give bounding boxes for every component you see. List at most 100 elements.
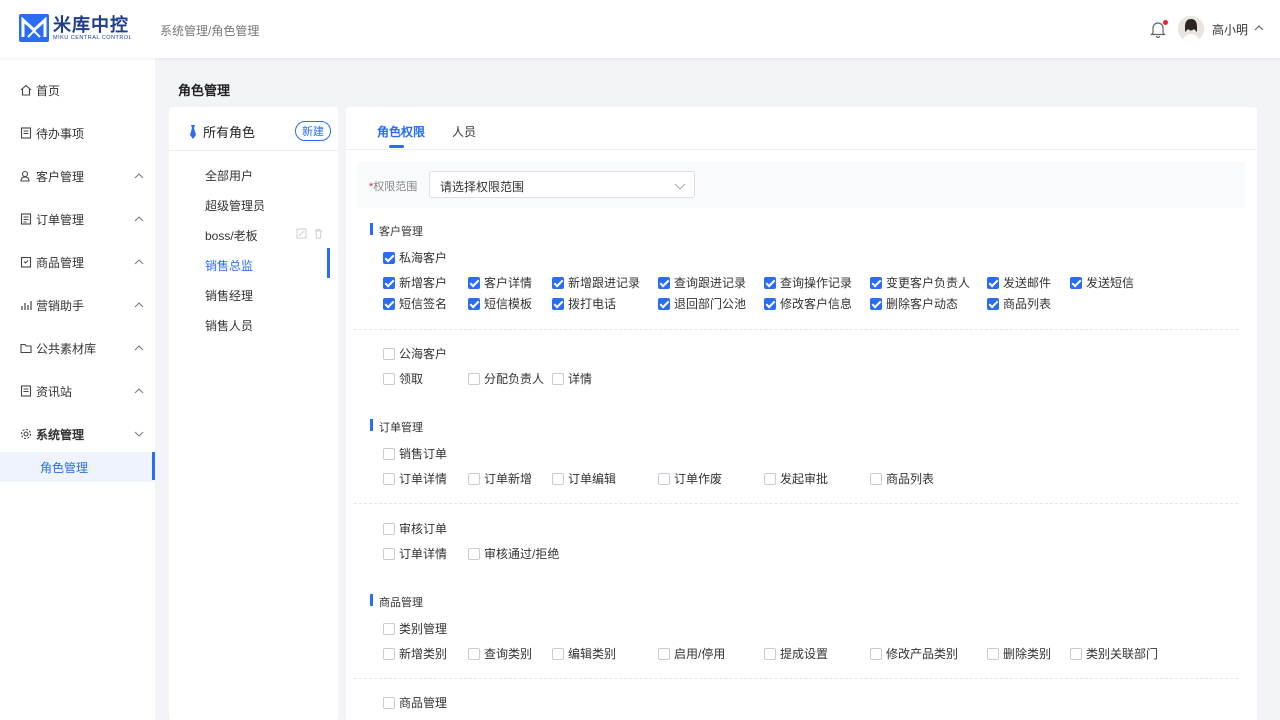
role-item[interactable]: 销售人员 [205,317,253,334]
sidebar-item-materials[interactable]: 公共素材库 [0,333,155,363]
goods-icon [20,256,32,268]
checkbox-perm[interactable]: 修改产品类别 [870,645,958,662]
tab-role-permissions[interactable]: 角色权限 [377,123,425,140]
checkbox-perm[interactable]: 订单新增 [468,470,532,487]
checkbox-perm[interactable]: 分配负责人 [468,370,544,387]
sidebar-item-label: 订单管理 [36,212,85,227]
checkbox-perm[interactable]: 退回部门公池 [658,295,746,312]
checkbox-perm[interactable]: 查询类别 [468,645,532,662]
checkbox-perm[interactable]: 订单详情 [383,545,447,562]
divider [354,503,1238,504]
active-indicator [152,452,155,480]
role-item[interactable]: 全部用户 [205,167,253,184]
checkbox-perm[interactable]: 领取 [383,370,423,387]
home-icon [20,84,32,96]
role-item[interactable]: boss/老板 [205,227,258,244]
sidebar-item-label: 资讯站 [36,384,73,399]
chevron-up-icon [133,213,145,225]
checkbox-perm[interactable]: 发送短信 [1070,274,1134,291]
notification-dot [1162,20,1168,25]
checkbox-perm[interactable]: 订单作废 [658,470,722,487]
role-item[interactable]: 超级管理员 [205,197,265,214]
new-role-button[interactable]: 新建 [295,121,331,141]
chevron-up-icon[interactable] [1254,22,1264,36]
checkbox-perm[interactable]: 审核通过/拒绝 [468,545,559,562]
top-header: 米库中控 MIKU CENTRAL CONTROL 系统管理/角色管理 高小明 [0,0,1280,58]
sidebar-item-marketing[interactable]: 营销助手 [0,290,155,320]
role-item-active[interactable]: 销售总监 [205,257,253,274]
checkbox-perm[interactable]: 变更客户负责人 [870,274,970,291]
checkbox-sales-orders[interactable]: 销售订单 [383,445,447,462]
checkbox-perm[interactable]: 发送邮件 [987,274,1051,291]
role-list-title: 所有角色 [203,125,256,140]
sidebar-item-label: 公共素材库 [36,341,97,356]
chevron-up-icon [133,299,145,311]
checkbox-perm[interactable]: 客户详情 [468,274,532,291]
checkbox-perm[interactable]: 商品列表 [870,470,934,487]
checkbox-perm[interactable]: 商品列表 [987,295,1051,312]
active-indicator [327,248,330,278]
logo-subtext: MIKU CENTRAL CONTROL [53,34,133,41]
sidebar-item-order[interactable]: 订单管理 [0,204,155,234]
logo[interactable]: 米库中控 MIKU CENTRAL CONTROL [19,14,132,42]
checkbox-perm[interactable]: 发起审批 [764,470,828,487]
sidebar-subitem-role-management[interactable]: 角色管理 [0,452,155,482]
sidebar-item-todo[interactable]: 待办事项 [0,118,155,148]
checkbox-perm[interactable]: 详情 [552,370,592,387]
edit-icon[interactable] [296,228,307,242]
permission-range-row: *权限范围 请选择权限范围 [357,162,1245,208]
todo-icon [20,127,32,139]
sidebar-item-news[interactable]: 资讯站 [0,376,155,406]
checkbox-perm[interactable]: 修改客户信息 [764,295,852,312]
checkbox-private-customers[interactable]: 私海客户 [383,249,447,266]
checkbox-perm[interactable]: 拨打电话 [552,295,616,312]
checkbox-public-customers[interactable]: 公海客户 [383,345,447,362]
sidebar-item-home[interactable]: 首页 [0,75,155,105]
sidebar-item-goods[interactable]: 商品管理 [0,247,155,277]
checkbox-goods-management[interactable]: 商品管理 [383,694,447,711]
chevron-up-icon [133,170,145,182]
checkbox-perm[interactable]: 启用/停用 [658,645,725,662]
checkbox-audit-orders[interactable]: 审核订单 [383,520,447,537]
checkbox-perm[interactable]: 提成设置 [764,645,828,662]
trash-icon[interactable] [313,228,324,242]
page-title: 角色管理 [178,83,231,98]
sidebar-item-label: 商品管理 [36,255,85,270]
sidebar-item-system[interactable]: 系统管理 [0,419,155,449]
checkbox-perm[interactable]: 新增客户 [383,274,447,291]
checkbox-perm[interactable]: 删除类别 [987,645,1051,662]
chevron-up-icon [133,256,145,268]
checkbox-perm[interactable]: 订单编辑 [552,470,616,487]
gear-icon [20,428,32,440]
checkbox-perm[interactable]: 新增跟进记录 [552,274,640,291]
order-icon [20,213,32,225]
role-item[interactable]: 销售经理 [205,287,253,304]
chart-icon [20,299,32,311]
sidebar-item-customer[interactable]: 客户管理 [0,161,155,191]
sidebar-item-label: 营销助手 [36,298,85,313]
avatar[interactable] [1177,16,1204,42]
checkbox-perm[interactable]: 查询操作记录 [764,274,852,291]
checkbox-perm[interactable]: 订单详情 [383,470,447,487]
checkbox-category-management[interactable]: 类别管理 [383,620,447,637]
checkbox-perm[interactable]: 删除客户动态 [870,295,958,312]
tab-members[interactable]: 人员 [452,123,476,140]
checkbox-perm[interactable]: 新增类别 [383,645,447,662]
checkbox-checked[interactable] [383,251,395,264]
permission-range-select[interactable]: 请选择权限范围 [429,171,695,198]
divider [354,678,1238,679]
logo-text: 米库中控 [53,14,129,35]
checkbox-perm[interactable]: 短信模板 [468,295,532,312]
section-goods-management: 商品管理 [370,594,423,610]
checkbox-perm[interactable]: 查询跟进记录 [658,274,746,291]
sidebar-item-label: 待办事项 [36,126,85,141]
checkbox-perm[interactable]: 短信签名 [383,295,447,312]
checkbox-perm[interactable]: 类别关联部门 [1070,645,1158,662]
checkbox-perm[interactable]: 编辑类别 [552,645,616,662]
user-name[interactable]: 高小明 [1212,21,1248,38]
tie-icon [189,124,197,139]
section-customer-management: 客户管理 [370,223,423,239]
users-icon [20,170,32,182]
sidebar-subitem-label: 角色管理 [40,460,89,475]
bell-icon[interactable] [1150,20,1168,39]
